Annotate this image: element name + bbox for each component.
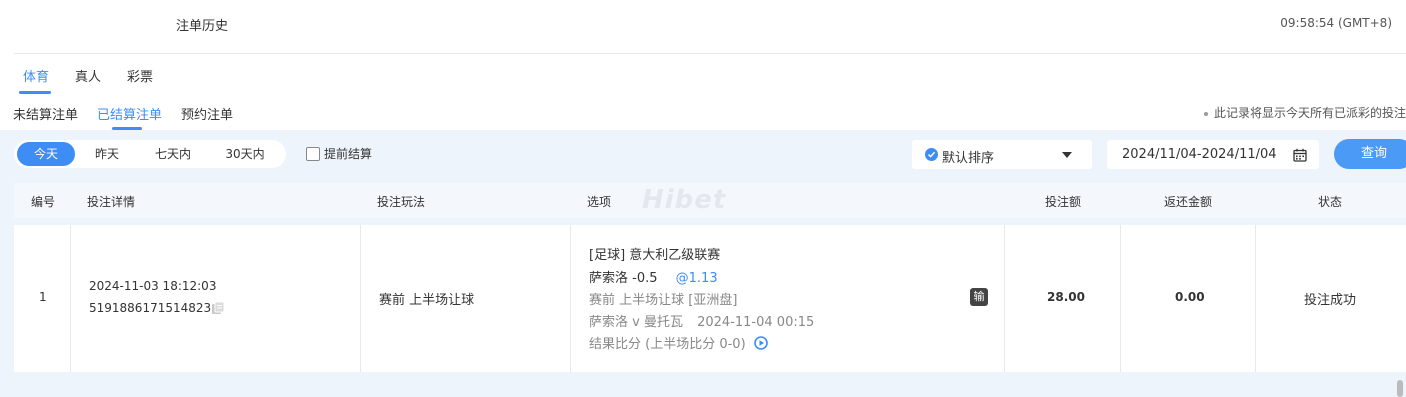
market-type: 赛前 上半场让球 [亚洲盘] [589, 293, 738, 308]
date-range-picker[interactable]: 2024/11/04-2024/11/04 [1107, 140, 1319, 169]
sort-label: 默认排序 [942, 151, 995, 166]
column-divider [360, 225, 361, 372]
tab-sports[interactable]: 体育 [23, 66, 49, 85]
note-text: 此记录将显示今天所有已派彩的投注 [1213, 106, 1406, 120]
tab-lottery[interactable]: 彩票 [127, 66, 153, 85]
date-filter: 今天 昨天 七天内 30天内 [14, 140, 286, 168]
scrollbar[interactable] [1397, 380, 1403, 397]
column-divider [570, 225, 571, 372]
col-index: 编号 [31, 195, 56, 209]
query-button[interactable]: 查询 [1334, 139, 1406, 169]
clock: 09:58:54 (GMT+8) [1280, 16, 1392, 30]
bullet-icon [1203, 111, 1208, 116]
odds-value: @1.13 [675, 271, 718, 286]
early-settle-label: 提前结算 [324, 147, 373, 161]
column-divider [1255, 225, 1256, 372]
col-selection: 选项 [587, 195, 612, 209]
tab-unsettled[interactable]: 未结算注单 [13, 104, 78, 123]
tab-scheduled[interactable]: 预约注单 [181, 104, 233, 123]
col-bet-details: 投注详情 [87, 195, 136, 209]
bet-id: 5191886171514823 [89, 301, 212, 315]
sort-dropdown[interactable]: 默认排序 [912, 140, 1092, 169]
check-circle-icon [925, 148, 938, 161]
result-score: 结果比分 (上半场比分 0-0) [589, 337, 746, 352]
filter-seven-days[interactable]: 七天内 [140, 142, 206, 166]
status-tabs: 未结算注单 已结算注单 预约注单 此记录将显示今天所有已派彩的投注 [0, 94, 1406, 130]
league-name: [足球] 意大利乙级联赛 [589, 248, 721, 263]
tab-live[interactable]: 真人 [75, 66, 101, 85]
match-line: 萨索洛 v 曼托瓦 2024-11-04 00:15 [589, 311, 814, 330]
selection-text: 萨索洛 -0.5 [589, 271, 658, 286]
row-index: 1 [39, 290, 47, 304]
status-text: 投注成功 [1304, 293, 1357, 308]
page-title: 注单历史 [176, 19, 229, 34]
stake-amount: 28.00 [1047, 290, 1085, 304]
date-range-value: 2024/11/04-2024/11/04 [1122, 147, 1277, 162]
col-stake: 投注额 [1045, 195, 1082, 209]
tab-settled[interactable]: 已结算注单 [97, 104, 162, 123]
selection-line: 萨索洛 -0.5 @1.13 [589, 267, 718, 286]
result-line: 结果比分 (上半场比分 0-0) [589, 333, 768, 354]
calendar-icon[interactable] [1293, 148, 1307, 166]
play-type: 赛前 上半场让球 [379, 293, 475, 308]
column-divider [1004, 225, 1005, 372]
bet-time: 2024-11-03 18:12:03 [89, 279, 217, 293]
match-teams: 萨索洛 v 曼托瓦 [589, 315, 683, 330]
filter-today[interactable]: 今天 [17, 142, 75, 166]
return-amount: 0.00 [1175, 290, 1205, 304]
column-divider [70, 225, 71, 372]
column-divider [1120, 225, 1121, 372]
settled-note: 此记录将显示今天所有已派彩的投注 [1203, 104, 1406, 121]
copy-icon[interactable] [211, 301, 225, 319]
col-status: 状态 [1318, 195, 1343, 209]
top-bar: 注单历史 09:58:54 (GMT+8) [14, 0, 1406, 54]
play-circle-icon[interactable] [753, 335, 768, 354]
col-play-type: 投注玩法 [377, 195, 426, 209]
watermark-logo: Hibet [642, 185, 727, 215]
table-row: 1 2024-11-03 18:12:03 5191886171514823 赛… [14, 225, 1406, 372]
result-badge: 输 [970, 288, 988, 306]
col-return: 返还金额 [1164, 195, 1213, 209]
filter-thirty-days[interactable]: 30天内 [210, 142, 280, 166]
filter-yesterday[interactable]: 昨天 [78, 142, 136, 166]
early-settle-checkbox[interactable] [306, 147, 320, 161]
chevron-down-icon [1062, 152, 1072, 158]
match-time: 2024-11-04 00:15 [697, 315, 815, 330]
